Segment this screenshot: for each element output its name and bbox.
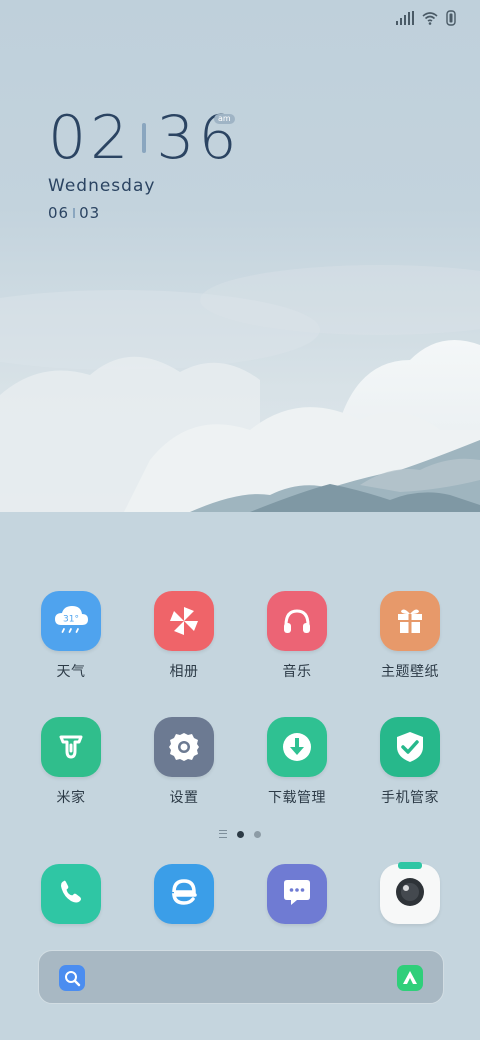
clock-hour: 02 <box>48 103 133 173</box>
date-day: 03 <box>79 204 101 222</box>
app-mijia[interactable]: 米家 <box>26 717 116 807</box>
app-label-weather: 天气 <box>56 664 86 680</box>
page-dot-2[interactable] <box>254 830 261 838</box>
mijia-icon <box>41 717 101 777</box>
weather-icon: 31° <box>41 591 101 651</box>
page-indicator[interactable] <box>0 830 480 838</box>
dock-browser[interactable] <box>154 864 214 924</box>
dock-phone[interactable] <box>41 864 101 924</box>
app-gallery[interactable]: 相册 <box>139 591 229 681</box>
app-settings[interactable]: 设置 <box>139 717 229 807</box>
clock-time: 02 36 <box>48 102 241 174</box>
message-icon <box>279 874 315 914</box>
clock-minute: 36 <box>156 103 241 173</box>
shield-icon <box>380 717 440 777</box>
app-label-themes: 主题壁纸 <box>381 664 439 680</box>
app-label-security: 手机管家 <box>381 790 439 806</box>
app-music[interactable]: 音乐 <box>252 591 342 681</box>
pinwheel-icon <box>154 591 214 651</box>
gift-icon <box>380 591 440 651</box>
app-label-downloads: 下载管理 <box>268 790 326 806</box>
browser-icon <box>166 874 202 914</box>
gear-icon <box>154 717 214 777</box>
weekday-label: Wednesday <box>48 176 156 196</box>
app-label-settings: 设置 <box>169 790 199 806</box>
weather-temp: 31° <box>63 615 79 625</box>
menu-icon[interactable] <box>219 830 227 838</box>
phone-icon <box>55 876 87 912</box>
ampm-badge: am <box>214 114 235 124</box>
dock-camera[interactable] <box>380 862 440 926</box>
date-separator <box>73 208 76 218</box>
battery-icon <box>446 10 456 26</box>
clock-widget[interactable]: 02 36 am Wednesday 06 03 <box>48 102 241 222</box>
app-label-music: 音乐 <box>282 664 312 680</box>
app-weather[interactable]: 31° 天气 <box>26 591 116 681</box>
headphones-icon <box>267 591 327 651</box>
camera-icon <box>380 862 440 926</box>
signal-icon <box>396 11 414 25</box>
status-bar <box>396 10 456 26</box>
page-dot-1[interactable] <box>237 830 244 838</box>
date-label: 06 03 <box>48 204 241 222</box>
app-downloads[interactable]: 下载管理 <box>252 717 342 807</box>
download-icon <box>267 717 327 777</box>
clock-separator <box>142 123 147 153</box>
app-themes[interactable]: 主题壁纸 <box>365 591 455 681</box>
search-bar[interactable] <box>38 950 444 1004</box>
app-security[interactable]: 手机管家 <box>365 717 455 807</box>
wifi-icon <box>422 11 438 25</box>
app-label-mijia: 米家 <box>56 790 86 806</box>
search-icon[interactable] <box>59 965 85 991</box>
dock-messages[interactable] <box>267 864 327 924</box>
wallpaper <box>0 0 480 520</box>
date-month: 06 <box>48 204 70 222</box>
assistant-icon[interactable] <box>397 965 423 991</box>
app-label-gallery: 相册 <box>169 664 199 680</box>
